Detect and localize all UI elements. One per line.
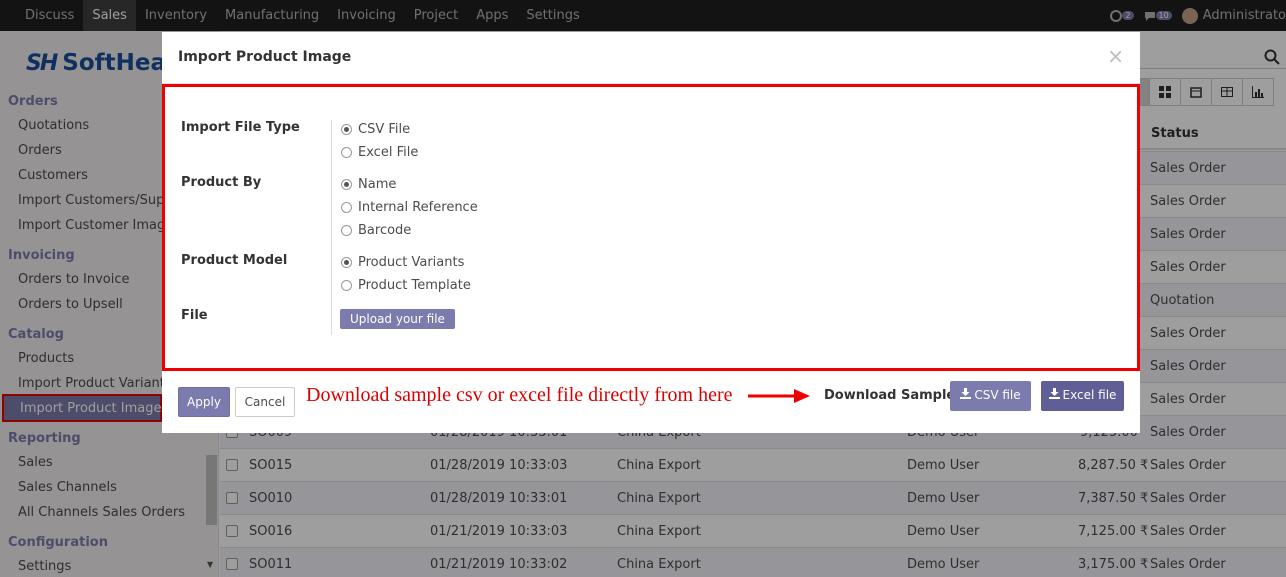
download-icon <box>960 388 972 399</box>
product-by-label: Product By <box>181 175 262 190</box>
radio-button[interactable] <box>341 257 352 268</box>
radio-label: Excel File <box>358 145 419 160</box>
file-label: File <box>181 308 208 323</box>
radio-button[interactable] <box>341 124 352 135</box>
arrow-right-icon <box>748 389 810 403</box>
download-csv-button[interactable]: CSV file <box>950 381 1031 411</box>
radio-label: Internal Reference <box>358 200 478 215</box>
import-product-image-dialog: Import Product Image × Import File Type … <box>162 32 1140 433</box>
radio-excel-file[interactable]: Excel File <box>341 145 418 160</box>
radio-name[interactable]: Name <box>341 177 396 192</box>
close-icon[interactable]: × <box>1107 44 1124 68</box>
download-excel-label: Excel file <box>1062 388 1117 402</box>
modal-body: Import File Type CSV File Excel File Pro… <box>162 84 1140 371</box>
download-icon <box>1048 388 1060 399</box>
radio-label: CSV File <box>358 122 411 137</box>
form-divider <box>331 120 332 335</box>
radio-button[interactable] <box>341 280 352 291</box>
radio-internal-reference[interactable]: Internal Reference <box>341 200 478 215</box>
radio-label: Name <box>358 177 397 192</box>
upload-file-button[interactable]: Upload your file <box>340 309 455 329</box>
radio-label: Product Template <box>358 278 471 293</box>
download-sample-label: Download Sample: <box>824 388 961 403</box>
radio-button[interactable] <box>341 147 352 158</box>
import-file-type-label: Import File Type <box>181 120 300 135</box>
modal-header: Import Product Image × <box>162 32 1140 84</box>
apply-button[interactable]: Apply <box>178 387 230 417</box>
annotation-note: Download sample csv or excel file direct… <box>306 384 733 406</box>
radio-product-template[interactable]: Product Template <box>341 278 471 293</box>
radio-button[interactable] <box>341 225 352 236</box>
modal-footer: Apply Cancel Download sample csv or exce… <box>162 371 1140 433</box>
download-excel-button[interactable]: Excel file <box>1041 381 1124 411</box>
radio-product-variants[interactable]: Product Variants <box>341 255 464 270</box>
radio-button[interactable] <box>341 179 352 190</box>
radio-csv-file[interactable]: CSV File <box>341 122 410 137</box>
radio-button[interactable] <box>341 202 352 213</box>
radio-label: Barcode <box>358 223 412 238</box>
modal-title: Import Product Image <box>178 49 352 65</box>
product-model-label: Product Model <box>181 253 288 268</box>
radio-barcode[interactable]: Barcode <box>341 223 411 238</box>
radio-label: Product Variants <box>358 255 465 270</box>
cancel-button[interactable]: Cancel <box>235 387 295 417</box>
download-csv-label: CSV file <box>974 388 1021 402</box>
